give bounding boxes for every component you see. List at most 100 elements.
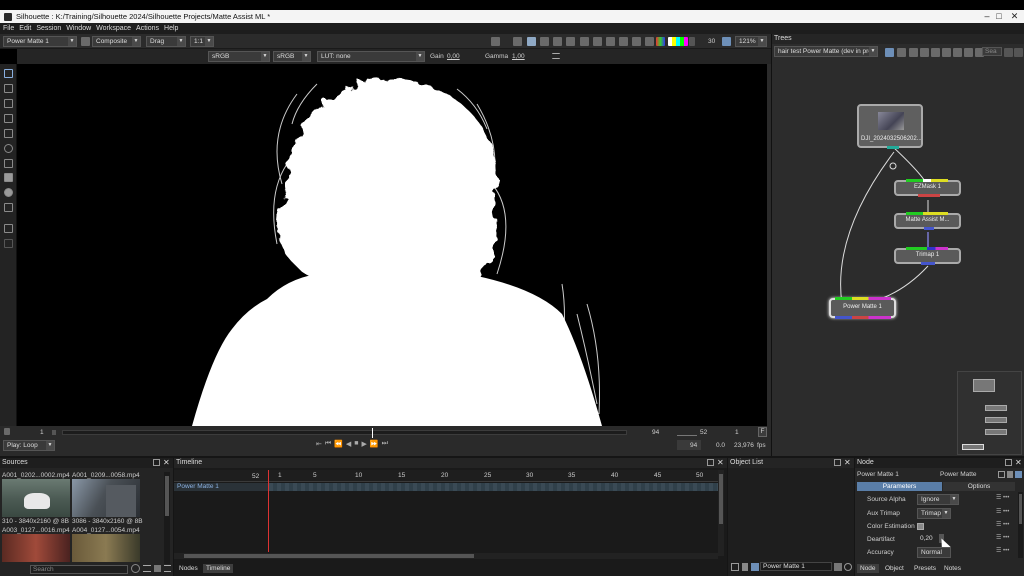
overlay-icon[interactable] (553, 37, 562, 46)
color-in-select[interactable]: sRGB ▼ (208, 51, 270, 62)
menu-icon[interactable] (164, 565, 171, 572)
scrollbar-thumb[interactable] (1019, 494, 1022, 524)
close-icon[interactable]: ✕ (163, 458, 170, 468)
gamma-value[interactable]: 1,00 (512, 53, 525, 60)
timeline-vscroll-thumb[interactable] (719, 474, 723, 524)
fit-width-icon[interactable] (722, 37, 731, 46)
menu-window[interactable]: Window (66, 25, 91, 32)
lock-icon[interactable] (1007, 471, 1013, 478)
node-name[interactable]: Power Matte 1 (857, 471, 899, 478)
node-minimap[interactable] (957, 371, 1022, 455)
menu-icon[interactable] (552, 53, 560, 59)
timeline-hscroll[interactable] (174, 553, 718, 559)
end-frame[interactable]: 94 (652, 429, 659, 436)
deartifact-field[interactable]: 0,20 (917, 534, 937, 543)
source-item-name[interactable]: A004_0127...0054.mp4 (72, 527, 140, 534)
source-item-name[interactable]: A003_0127...0016.mp4 (2, 527, 70, 534)
lock-icon[interactable] (4, 428, 10, 435)
node-panel-scrollbar[interactable] (1018, 492, 1023, 558)
color-estimation-checkbox[interactable] (917, 523, 924, 530)
color-out-select[interactable]: sRGB ▼ (273, 51, 311, 62)
menu-file[interactable]: File (3, 25, 14, 32)
matte-assist-node[interactable]: Matte Assist M... (894, 212, 961, 230)
viewer-canvas[interactable] (17, 64, 767, 426)
zoom-select[interactable]: 121% ▼ (735, 36, 767, 47)
clear-search-icon[interactable] (131, 564, 140, 573)
accuracy-select[interactable]: Normal (917, 547, 951, 558)
source-thumbnail[interactable] (2, 479, 70, 517)
step-back-icon[interactable]: ⏪ (334, 440, 343, 450)
timeline-vscroll[interactable] (718, 470, 724, 556)
filter-icon[interactable] (834, 563, 842, 571)
xspline-tool-icon[interactable] (4, 129, 13, 138)
source-thumbnail[interactable] (72, 534, 140, 562)
node-select[interactable]: Power Matte 1 ▼ (3, 36, 77, 47)
prev-key-icon[interactable]: ⏮ (325, 440, 331, 450)
close-button[interactable]: ✕ (1005, 10, 1024, 23)
source-item-name[interactable]: A001_0209...0058.mp4 (72, 472, 140, 479)
menu-session[interactable]: Session (36, 25, 61, 32)
float-icon[interactable] (1005, 459, 1012, 466)
fps-value[interactable]: 23,976 (734, 442, 754, 449)
box-tool-icon[interactable] (4, 203, 13, 212)
add-icon[interactable] (998, 471, 1005, 478)
param-menu-icon[interactable]: ☰ ••• (996, 494, 1009, 501)
camera-icon[interactable] (491, 37, 500, 46)
drag-mode-select[interactable]: Drag ▼ (146, 36, 186, 47)
monitor-icon[interactable] (527, 37, 536, 46)
list-view-icon[interactable] (143, 565, 151, 572)
track-bar[interactable] (269, 483, 718, 491)
close-icon[interactable]: ✕ (717, 458, 724, 468)
float-icon[interactable] (707, 459, 714, 466)
hand-icon[interactable] (619, 37, 628, 46)
duration-field[interactable] (677, 440, 701, 450)
tab-presets[interactable]: Presets (911, 564, 939, 573)
source-search-input[interactable]: Search (30, 565, 128, 574)
source-alpha-select[interactable]: Ignore ▼ (917, 494, 959, 505)
source-thumbnail[interactable] (2, 534, 70, 562)
play-mode-select[interactable]: Play: Loop ▼ (3, 440, 55, 451)
close-icon[interactable]: ✕ (844, 458, 851, 468)
trimap-node[interactable]: Trimap 1 (894, 247, 961, 265)
tab-timeline[interactable]: Timeline (203, 564, 234, 573)
lut-select[interactable]: LUT: none ▼ (317, 51, 425, 62)
float-icon[interactable] (153, 459, 160, 466)
grid-icon[interactable] (540, 37, 549, 46)
aux-trimap-select[interactable]: Trimap ▼ (917, 508, 951, 519)
ezmask-node[interactable]: EZMask 1 (894, 179, 961, 197)
snapshot-icon[interactable] (513, 37, 522, 46)
tab-node[interactable]: Node (857, 564, 879, 573)
float-icon[interactable] (834, 459, 841, 466)
step-forward-icon[interactable]: ⏩ (370, 440, 379, 450)
play-icon[interactable]: ▶ (362, 440, 367, 450)
go-start-icon[interactable]: ⇤ (316, 440, 322, 450)
tab-parameters[interactable]: Parameters (857, 482, 942, 491)
pin-icon[interactable] (1015, 471, 1022, 478)
crop-icon[interactable] (580, 37, 589, 46)
step-value[interactable]: 1 (735, 429, 739, 436)
color-swatch-icon[interactable] (668, 37, 688, 46)
fit-icon[interactable] (593, 37, 602, 46)
param-menu-icon[interactable]: ☰ ••• (996, 508, 1009, 515)
grid-view-icon[interactable] (154, 565, 161, 572)
gain-value[interactable]: 0,00 (447, 53, 460, 60)
source-item-name[interactable]: A001_0202...0002.mp4 (2, 472, 70, 479)
search-icon[interactable] (566, 37, 575, 46)
select-tool-icon[interactable] (4, 84, 13, 93)
track-header[interactable]: Power Matte 1 (174, 483, 269, 491)
object-item-field[interactable]: Power Matte 1 (760, 562, 832, 571)
layer-icon[interactable] (751, 563, 759, 571)
rgb-channels-icon[interactable] (656, 37, 665, 46)
bezier-tool-icon[interactable] (4, 144, 13, 153)
view-mode-select[interactable]: Composite ▼ (92, 36, 141, 47)
lock-icon[interactable] (81, 37, 90, 46)
clear-icon[interactable] (844, 563, 852, 571)
rectangle-tool-icon[interactable] (4, 173, 13, 182)
source-thumbnail[interactable] (72, 479, 140, 517)
close-icon[interactable]: ✕ (1015, 458, 1022, 468)
magnetic-tool-icon[interactable] (4, 159, 13, 168)
param-menu-icon[interactable]: ☰ ••• (996, 521, 1009, 528)
tab-object[interactable]: Object (882, 564, 907, 573)
paint-tool-icon[interactable] (4, 224, 13, 233)
param-menu-icon[interactable]: ☰ ••• (996, 547, 1009, 554)
